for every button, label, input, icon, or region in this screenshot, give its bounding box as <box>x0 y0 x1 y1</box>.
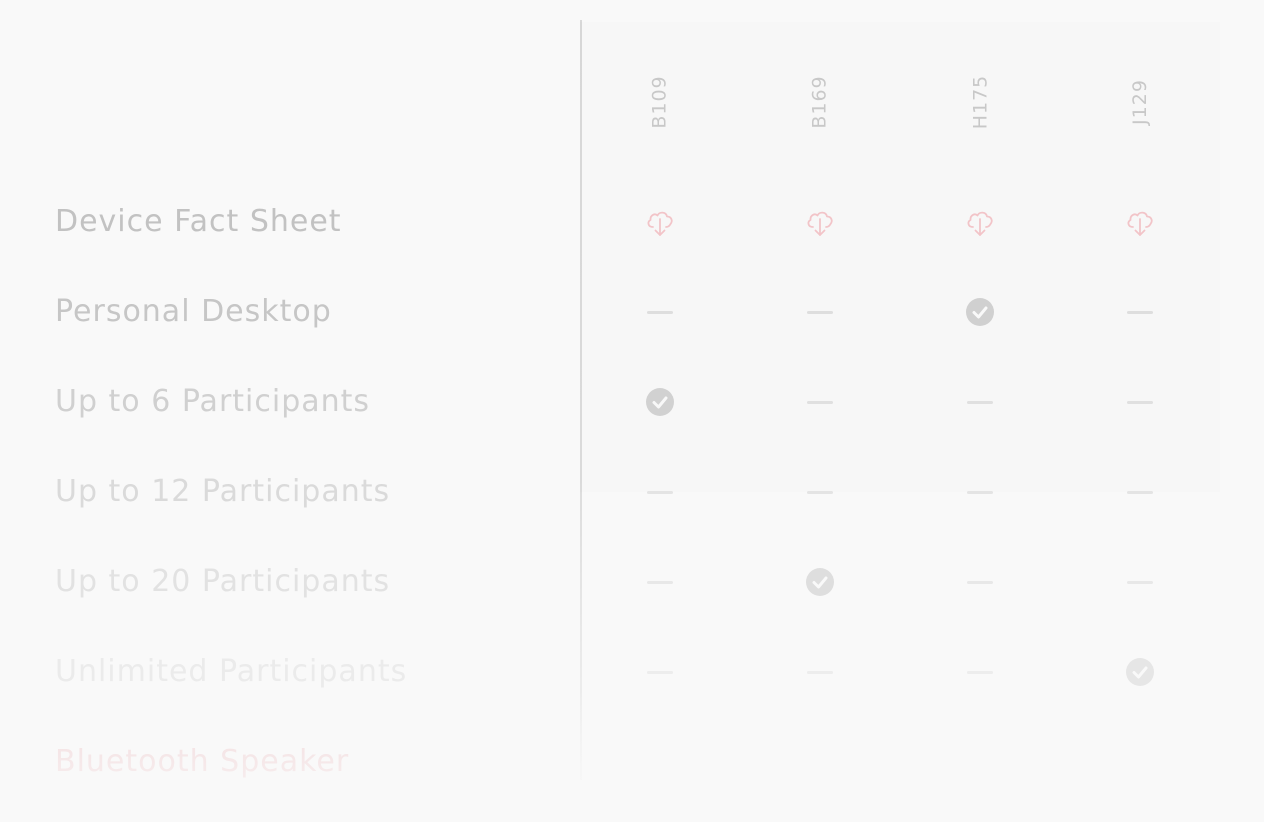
dash-icon <box>807 490 833 494</box>
table-cell <box>900 562 1060 602</box>
dash-icon <box>647 310 673 314</box>
row-label[interactable]: Device Fact Sheet <box>55 207 342 237</box>
table-cell <box>580 382 740 422</box>
table-cell <box>740 652 900 692</box>
column-header-label: H175 <box>969 74 991 130</box>
dash-icon <box>1127 310 1153 314</box>
cloud-download-icon[interactable] <box>963 205 997 239</box>
table-cell <box>580 292 740 332</box>
table-cell <box>900 292 1060 332</box>
dash-icon <box>967 400 993 404</box>
column-header-h175: H175 <box>900 72 1060 132</box>
check-circle-icon <box>646 388 674 416</box>
dash-icon <box>967 490 993 494</box>
dash-icon <box>807 670 833 674</box>
table-cell <box>1060 652 1220 692</box>
cloud-download-icon[interactable] <box>1123 205 1157 239</box>
dash-icon <box>647 670 673 674</box>
cloud-download-icon[interactable] <box>643 205 677 239</box>
column-header-b109: B109 <box>580 72 740 132</box>
row-label: Personal Desktop <box>55 294 332 329</box>
check-circle-icon <box>966 298 994 326</box>
table-cell <box>580 652 740 692</box>
table-cell[interactable] <box>900 202 1060 242</box>
column-header-b169: B169 <box>740 72 900 132</box>
check-circle-icon <box>806 568 834 596</box>
dash-icon <box>647 490 673 494</box>
table-cell <box>740 292 900 332</box>
table-cell[interactable] <box>740 202 900 242</box>
column-header-label: B169 <box>809 75 831 129</box>
cloud-download-icon[interactable] <box>803 205 837 239</box>
dash-icon <box>1127 400 1153 404</box>
table-cell <box>1060 472 1220 512</box>
table-cell <box>1060 562 1220 602</box>
table-cell <box>1060 292 1220 332</box>
table-cell <box>900 472 1060 512</box>
dash-icon <box>807 310 833 314</box>
dash-icon <box>1127 580 1153 584</box>
table-cell[interactable] <box>580 202 740 242</box>
row-label: Up to 6 Participants <box>55 384 371 419</box>
table-cell <box>740 472 900 512</box>
table-cell <box>740 382 900 422</box>
table-cell <box>580 472 740 512</box>
row-label: Unlimited Participants <box>55 654 408 689</box>
dash-icon <box>647 580 673 584</box>
row-label: Bluetooth Speaker <box>55 744 350 779</box>
table-cell <box>900 382 1060 422</box>
dash-icon <box>1127 490 1153 494</box>
table-cell[interactable] <box>1060 202 1220 242</box>
row-label: Up to 20 Participants <box>55 564 391 599</box>
check-circle-icon <box>1126 658 1154 686</box>
row-label: Up to 12 Participants <box>55 474 391 509</box>
table-cell <box>900 652 1060 692</box>
table-cell <box>1060 382 1220 422</box>
dash-icon <box>807 400 833 404</box>
dash-icon <box>967 670 993 674</box>
comparison-table: B109 B169 H175 J129 Device Fact Sheet Persona… <box>0 0 1264 822</box>
table-cell <box>740 562 900 602</box>
column-header-label: B109 <box>649 75 671 129</box>
column-header-j129: J129 <box>1060 72 1220 132</box>
column-header-label: J129 <box>1129 79 1151 125</box>
dash-icon <box>967 580 993 584</box>
table-cell <box>580 562 740 602</box>
